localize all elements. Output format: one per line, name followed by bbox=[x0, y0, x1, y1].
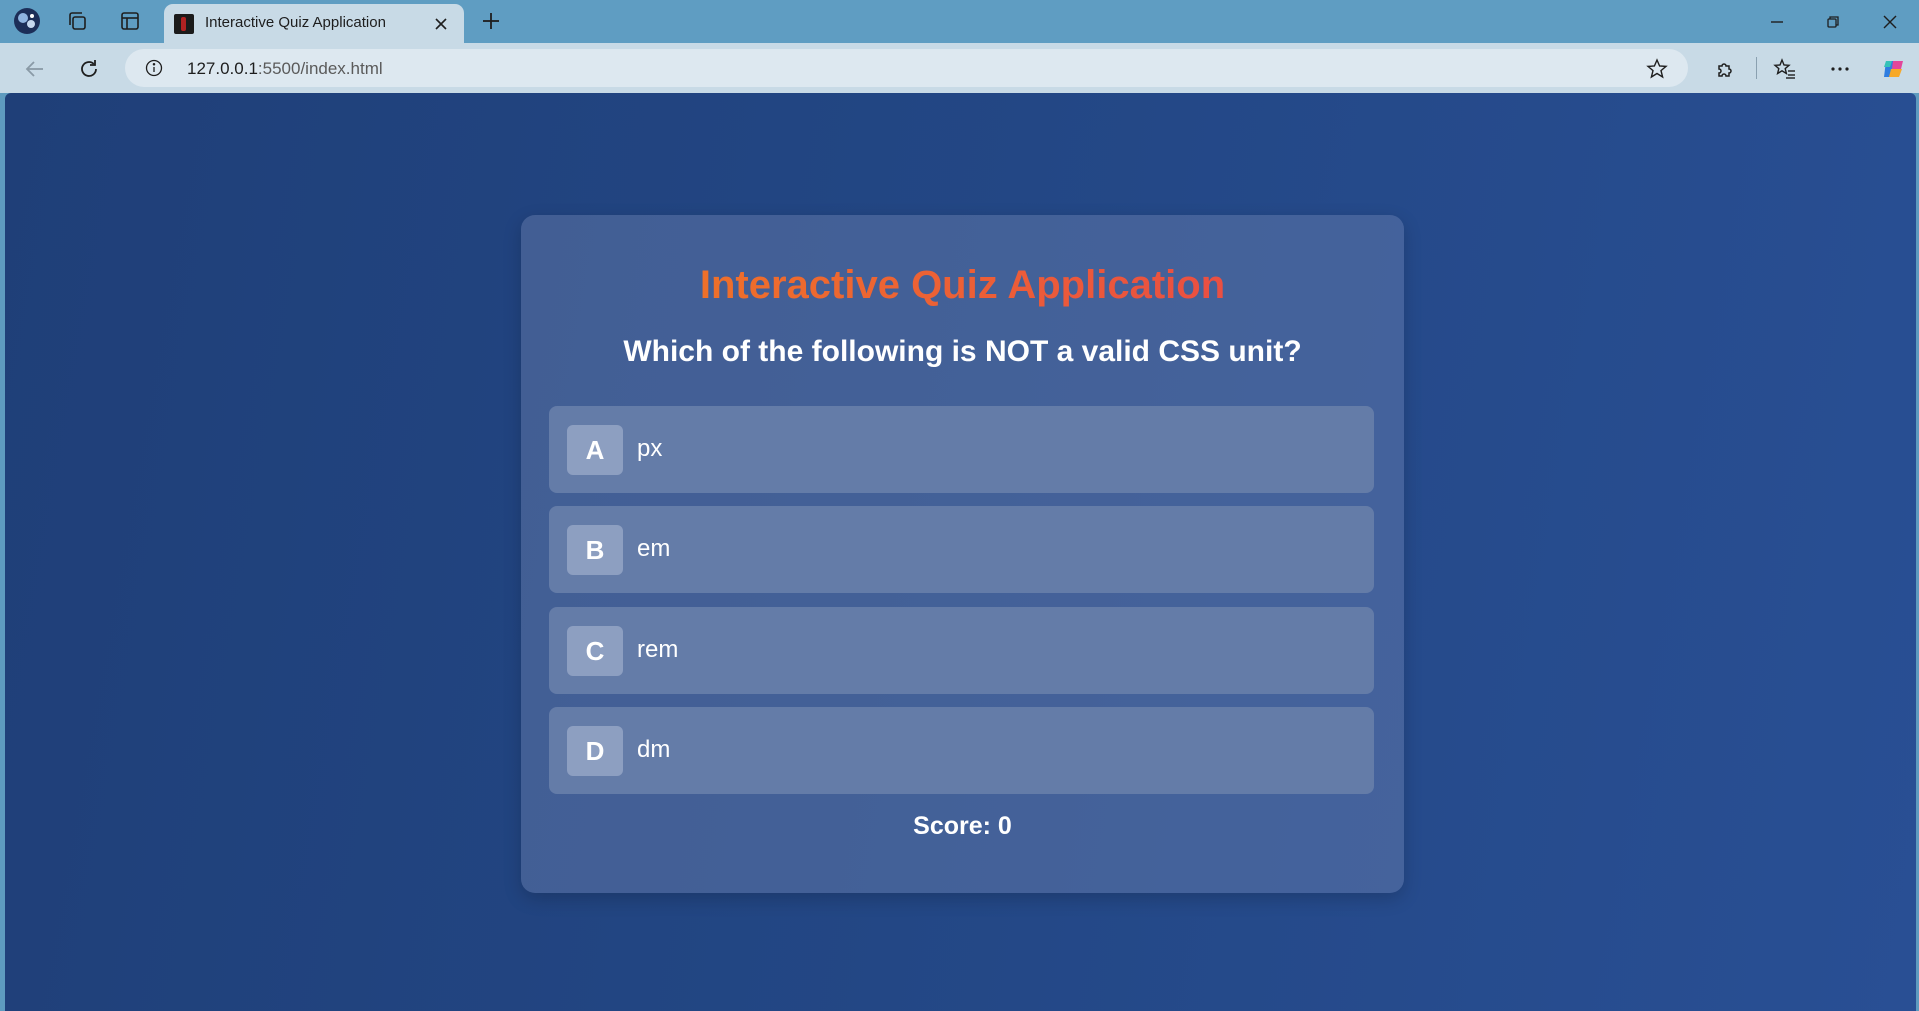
url-path: :5500/index.html bbox=[257, 59, 383, 78]
option-text: px bbox=[637, 435, 663, 462]
option-b-button[interactable]: B em bbox=[549, 506, 1374, 593]
option-letter: C bbox=[567, 626, 623, 676]
favorites-icon[interactable] bbox=[1768, 52, 1802, 86]
question-text: Which of the following is NOT a valid CS… bbox=[623, 335, 1302, 368]
tab-title: Interactive Quiz Application bbox=[205, 14, 386, 31]
option-letter: D bbox=[567, 726, 623, 776]
url-text[interactable]: 127.0.0.1:5500/index.html bbox=[187, 59, 383, 79]
option-d-button[interactable]: D dm bbox=[549, 707, 1374, 794]
option-letter: B bbox=[567, 525, 623, 575]
profile-avatar-icon[interactable] bbox=[12, 7, 42, 35]
option-text: em bbox=[637, 535, 671, 562]
refresh-icon[interactable] bbox=[72, 52, 106, 86]
browser-toolbar: 127.0.0.1:5500/index.html bbox=[0, 43, 1919, 93]
site-favicon-icon bbox=[174, 14, 194, 34]
active-tab[interactable]: Interactive Quiz Application bbox=[164, 4, 464, 43]
collections-icon[interactable] bbox=[62, 7, 92, 35]
tab-bar: Interactive Quiz Application bbox=[0, 0, 1919, 43]
minimize-icon[interactable] bbox=[1749, 0, 1805, 43]
page-viewport: Interactive Quiz Application Which of th… bbox=[5, 93, 1916, 1011]
option-letter: A bbox=[567, 425, 623, 475]
close-icon[interactable] bbox=[428, 11, 454, 37]
restore-icon[interactable] bbox=[1805, 0, 1861, 43]
option-c-button[interactable]: C rem bbox=[549, 607, 1374, 694]
option-text: rem bbox=[637, 636, 679, 663]
new-tab-icon[interactable] bbox=[476, 7, 506, 35]
toolbar-divider bbox=[1756, 57, 1757, 79]
quiz-card: Interactive Quiz Application Which of th… bbox=[521, 215, 1404, 893]
url-host: 127.0.0.1 bbox=[187, 59, 258, 78]
back-icon[interactable] bbox=[18, 52, 52, 86]
quiz-title: Interactive Quiz Application bbox=[521, 263, 1404, 308]
option-a-button[interactable]: A px bbox=[549, 406, 1374, 493]
option-text: dm bbox=[637, 736, 671, 763]
tab-actions-icon[interactable] bbox=[115, 7, 145, 35]
extensions-icon[interactable] bbox=[1708, 52, 1742, 86]
address-bar[interactable]: 127.0.0.1:5500/index.html bbox=[125, 49, 1688, 87]
favorite-star-icon[interactable] bbox=[1645, 57, 1669, 81]
site-info-icon[interactable] bbox=[145, 59, 163, 77]
score-display: Score: 0 bbox=[913, 812, 1012, 840]
more-icon[interactable] bbox=[1823, 52, 1857, 86]
window-close-icon[interactable] bbox=[1862, 0, 1918, 43]
copilot-icon[interactable] bbox=[1877, 52, 1911, 86]
